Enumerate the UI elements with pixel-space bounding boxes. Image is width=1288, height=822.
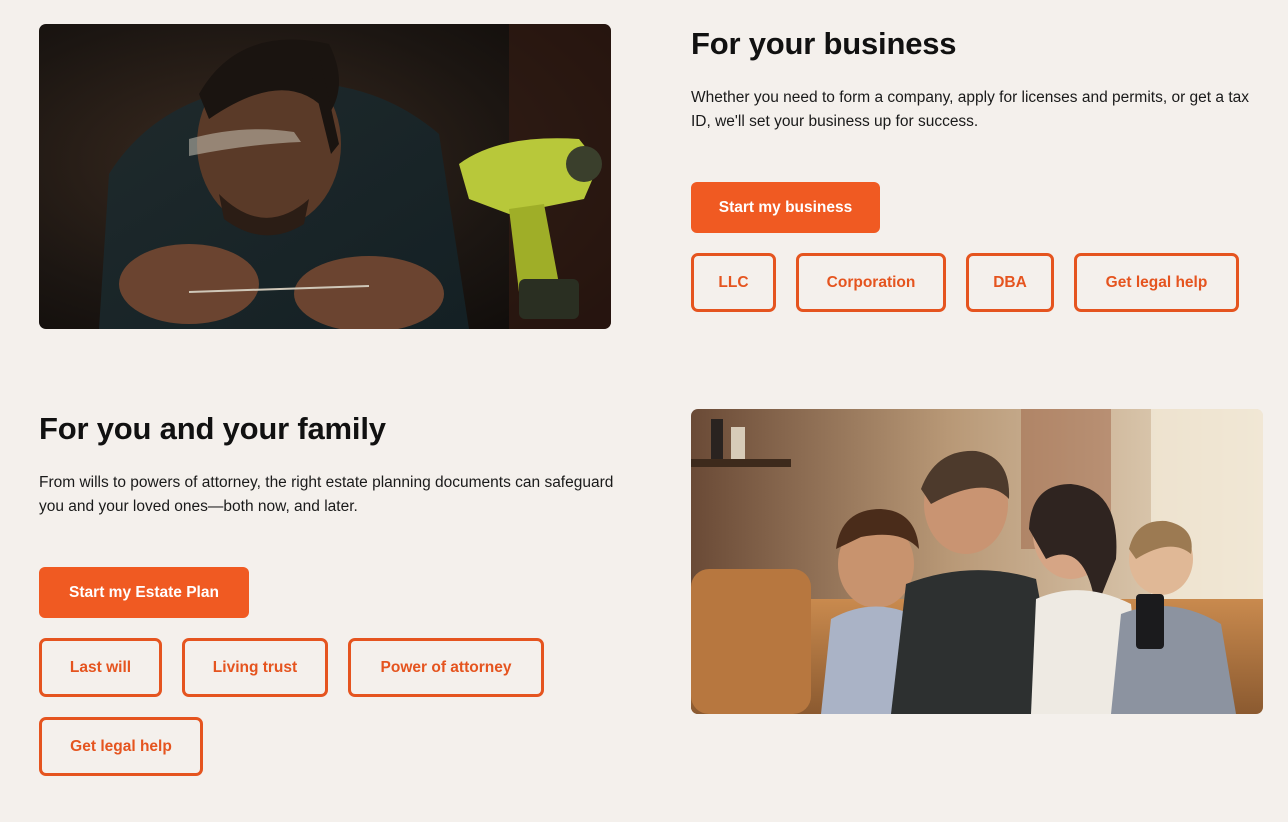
family-description: From wills to powers of attorney, the ri… [39,474,614,515]
start-my-estate-plan-button[interactable]: Start my Estate Plan [39,567,249,618]
corporation-button[interactable]: Corporation [796,253,946,312]
business-description: Whether you need to form a company, appl… [691,89,1249,130]
family-heading: For you and your family [39,411,386,446]
business-get-legal-help-button[interactable]: Get legal help [1074,253,1239,312]
business-heading: For your business [691,26,957,61]
business-owner-photo [39,24,611,329]
dba-button[interactable]: DBA [966,253,1054,312]
power-of-attorney-button[interactable]: Power of attorney [348,638,544,697]
llc-button[interactable]: LLC [691,253,776,312]
last-will-button[interactable]: Last will [39,638,162,697]
family-get-legal-help-button[interactable]: Get legal help [39,717,203,776]
living-trust-button[interactable]: Living trust [182,638,328,697]
start-my-business-button[interactable]: Start my business [691,182,880,233]
family-photo [691,409,1263,714]
